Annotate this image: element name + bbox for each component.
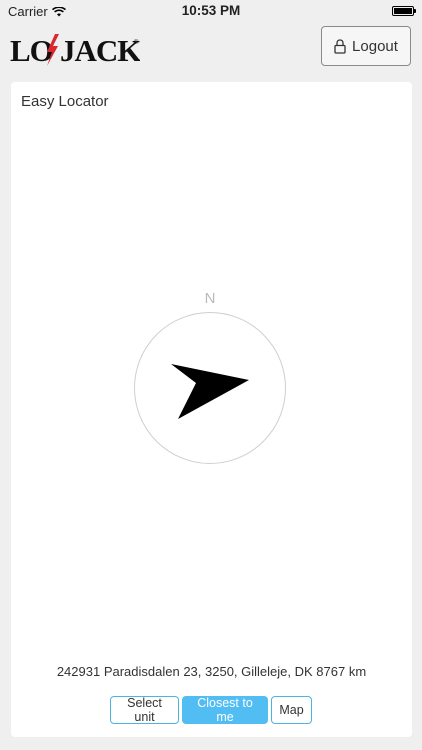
closest-to-me-button[interactable]: Closest to me	[182, 696, 268, 724]
status-time: 10:53 PM	[181, 3, 241, 18]
card-title: Easy Locator	[21, 93, 109, 110]
compass: N	[134, 290, 286, 464]
logout-label: Logout	[352, 37, 398, 55]
status-bar: Carrier 10:53 PM	[0, 0, 422, 22]
svg-text:JACK: JACK	[60, 33, 140, 68]
location-address: 242931 Paradisdalen 23, 3250, Gilleleje,…	[56, 664, 367, 679]
lojack-logo-mark: LO JACK ®	[10, 33, 140, 68]
easy-locator-card: Easy Locator N 242931 Paradisdalen 23, 3…	[11, 82, 412, 737]
lojack-logo: LO JACK ®	[10, 32, 140, 68]
action-button-row: Select unit Closest to me Map	[110, 696, 312, 724]
battery-icon	[392, 6, 416, 16]
map-button[interactable]: Map	[271, 696, 312, 724]
select-unit-button[interactable]: Select unit	[110, 696, 179, 724]
navigation-arrow-icon	[171, 364, 249, 419]
compass-north-label: N	[204, 290, 216, 307]
lock-icon	[334, 38, 346, 54]
svg-text:LO: LO	[10, 33, 53, 68]
svg-text:®: ®	[134, 39, 139, 46]
logout-button[interactable]: Logout	[321, 26, 411, 66]
